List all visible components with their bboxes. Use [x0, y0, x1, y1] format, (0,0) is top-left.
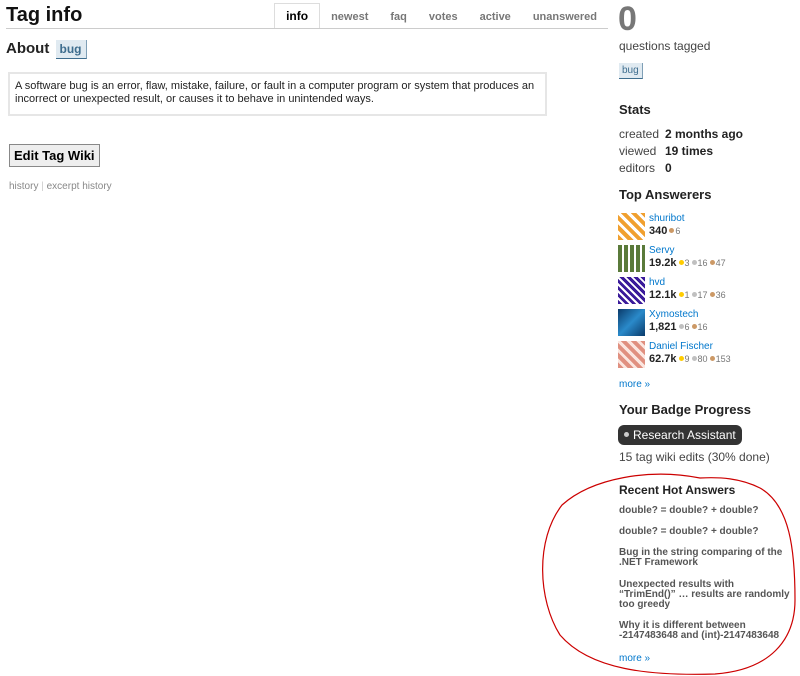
annotation-circle — [542, 473, 796, 675]
